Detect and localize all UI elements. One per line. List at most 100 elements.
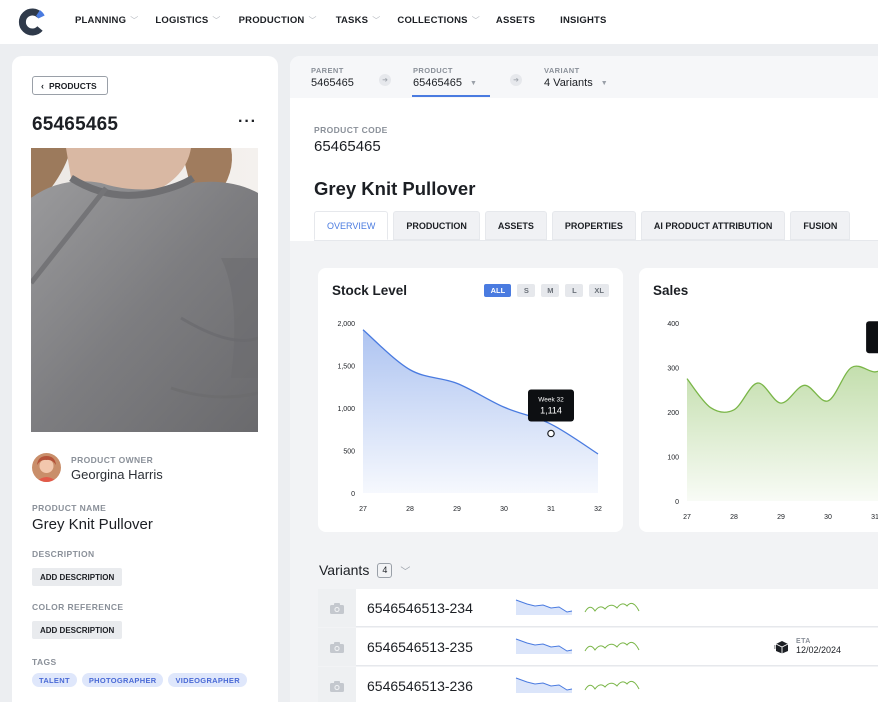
y-tick-label: 400 [667, 321, 679, 328]
tooltip-value: 1,114 [540, 406, 562, 416]
product-code-value: 65465465 [314, 138, 381, 155]
chevron-down-icon: ﹀ [212, 16, 221, 25]
x-tick-label: 30 [500, 506, 508, 513]
x-tick-label: 27 [359, 506, 367, 513]
stock-level-chart: 0 500 1,000 1,500 2,000 27 28 29 30 31 32 Week 32 1,… [337, 321, 602, 513]
nav-label: LOGISTICS [155, 15, 209, 26]
sales-card: Sales 01002003004002728293031Week27 [639, 268, 878, 532]
tags-label: TAGS [32, 657, 57, 667]
variants-title: Variants [319, 562, 370, 578]
sales-chart: 01002003004002728293031Week27 [667, 321, 878, 521]
tag-list: TALENT PHOTOGRAPHER VIDEOGRAPHER [32, 673, 247, 687]
nav-item-assets[interactable]: ASSETS [496, 15, 535, 26]
caret-down-icon: ▼ [469, 79, 477, 87]
tab-assets[interactable]: ASSETS [484, 211, 547, 240]
x-tick-label: 32 [594, 506, 602, 513]
chevron-down-icon: ﹀ [130, 16, 139, 25]
size-filter-m[interactable]: M [541, 284, 560, 297]
chevron-down-icon: ﹀ [471, 16, 480, 25]
series-area [687, 366, 878, 501]
nav-label: PLANNING [75, 15, 127, 26]
back-to-products-button[interactable]: ‹ PRODUCTS [32, 76, 108, 95]
product-photo [31, 148, 258, 432]
x-tick-label: 29 [453, 506, 461, 513]
tab-production[interactable]: PRODUCTION [393, 211, 480, 240]
top-navigation-bar: PLANNING ﹀ LOGISTICS ﹀ PRODUCTION ﹀ TASKS ﹀ … [0, 0, 878, 44]
x-tick-label: 28 [730, 514, 738, 521]
stock-sparkline [515, 677, 573, 693]
tab-ai-product-attribution[interactable]: AI PRODUCT ATTRIBUTION [640, 211, 786, 240]
nav-item-production[interactable]: PRODUCTION ﹀ [239, 15, 317, 26]
product-owner-name: Georgina Harris [71, 467, 163, 482]
sales-sparkline [584, 680, 640, 691]
tooltip-label: Week 32 [538, 397, 564, 404]
nav-item-planning[interactable]: PLANNING ﹀ [75, 15, 138, 26]
size-filter-xl[interactable]: XL [589, 284, 609, 297]
nav-label: ASSETS [495, 15, 536, 26]
add-description-button[interactable]: ADD DESCRIPTION [32, 568, 123, 586]
eta-label: ETA [796, 638, 811, 645]
product-name-value: Grey Knit Pullover [32, 516, 153, 533]
nav-label: COLLECTIONS [397, 15, 468, 26]
page-title: Grey Knit Pullover [314, 178, 476, 199]
nav-item-insights[interactable]: INSIGHTS [560, 15, 606, 26]
tab-overview[interactable]: OVERVIEW [314, 211, 389, 240]
breadcrumb-product[interactable]: PRODUCT 65465465 ▼ [413, 66, 477, 89]
breadcrumb-variant[interactable]: VARIANT 4 Variants ▼ [544, 66, 608, 89]
tag-videographer[interactable]: VIDEOGRAPHER [168, 673, 247, 687]
c-logo-icon[interactable] [18, 8, 46, 36]
y-tick-label: 0 [351, 491, 355, 498]
y-tick-label: 300 [667, 366, 679, 373]
nav-label: PRODUCTION [238, 15, 305, 26]
chevron-down-icon: ﹀ [372, 16, 381, 25]
x-tick-label: 31 [547, 506, 555, 513]
tooltip-box [866, 321, 878, 354]
breadcrumb-variant-value: 4 Variants [544, 77, 593, 89]
stock-level-card: Stock Level ALL S M L XL 0 500 1,000 1,500 2… [318, 268, 623, 532]
product-id-heading: 65465465 [32, 114, 119, 135]
variant-code: 6546546513-236 [367, 678, 473, 694]
chart-title: Sales [653, 283, 689, 298]
back-button-label: PRODUCTS [49, 80, 97, 91]
nav-item-logistics[interactable]: LOGISTICS ﹀ [155, 15, 220, 26]
x-tick-label: 31 [871, 514, 878, 521]
arrow-right-icon: ➜ [510, 74, 522, 86]
table-row[interactable]: 6546546513-234 [318, 589, 878, 627]
overview-content: Stock Level ALL S M L XL 0 500 1,000 1,500 2… [290, 241, 878, 702]
product-code-label: PRODUCT CODE [314, 125, 388, 135]
variants-count-badge: 4 [377, 562, 393, 578]
arrow-right-icon: ➜ [379, 74, 391, 86]
camera-icon [318, 589, 356, 627]
breadcrumb: PARENT 5465465 ➜ PRODUCT 65465465 ▼ ➜ VAR… [290, 56, 878, 98]
product-sidebar: ‹ PRODUCTS 65465465 ··· PRODUCT OWNER Ge… [12, 56, 278, 702]
product-owner-label: PRODUCT OWNER [71, 455, 154, 465]
stock-sparkline [515, 638, 573, 654]
size-filter-group: ALL S M L XL [484, 284, 609, 297]
variant-code: 6546546513-235 [367, 639, 473, 655]
chevron-down-icon: ﹀ [308, 16, 317, 25]
table-row[interactable]: 6546546513-236 [318, 667, 878, 702]
eta-info: ETA 12/02/2024 [774, 638, 841, 655]
x-tick-label: 28 [406, 506, 414, 513]
y-tick-label: 2,000 [337, 321, 355, 328]
variants-header[interactable]: Variants 4 ﹀ [319, 562, 410, 578]
tag-talent[interactable]: TALENT [32, 673, 77, 687]
nav-item-tasks[interactable]: TASKS ﹀ [336, 15, 381, 26]
more-options-icon[interactable]: ··· [238, 113, 257, 131]
breadcrumb-parent[interactable]: PARENT 5465465 [311, 66, 354, 89]
tab-fusion[interactable]: FUSION [790, 211, 851, 240]
avatar[interactable] [32, 453, 61, 482]
table-row[interactable]: 6546546513-235 ETA 12/02/2024 [318, 628, 878, 666]
y-tick-label: 200 [667, 410, 679, 417]
size-filter-s[interactable]: S [517, 284, 536, 297]
camera-icon [318, 628, 356, 666]
main-nav: PLANNING ﹀ LOGISTICS ﹀ PRODUCTION ﹀ TASKS ﹀ … [75, 15, 607, 26]
tag-photographer[interactable]: PHOTOGRAPHER [81, 673, 164, 687]
nav-item-collections[interactable]: COLLECTIONS ﹀ [397, 15, 480, 26]
size-filter-all[interactable]: ALL [484, 284, 512, 297]
tab-properties[interactable]: PROPERTIES [551, 211, 636, 240]
add-color-reference-button[interactable]: ADD DESCRIPTION [32, 621, 123, 639]
x-tick-label: 27 [683, 514, 691, 521]
size-filter-l[interactable]: L [565, 284, 584, 297]
breadcrumb-active-indicator [412, 95, 490, 97]
